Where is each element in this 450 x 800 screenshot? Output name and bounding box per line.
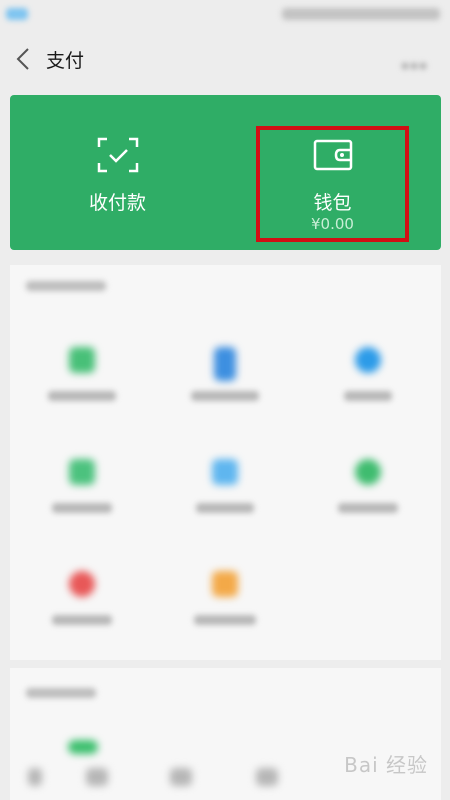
bottom-icon[interactable] [170, 768, 192, 786]
service-label [190, 391, 259, 401]
status-time [6, 8, 28, 20]
status-bar [0, 0, 450, 30]
chevron-left-icon [16, 48, 29, 70]
service-item[interactable] [10, 335, 153, 445]
service-item[interactable] [153, 335, 296, 445]
service-icon [68, 459, 95, 485]
service-item[interactable] [153, 559, 296, 669]
service-item[interactable] [296, 447, 439, 557]
service-icon [68, 571, 95, 597]
service-item[interactable] [296, 335, 439, 445]
more-dot [420, 63, 426, 69]
scan-check-icon [97, 137, 139, 173]
service-icon [354, 459, 381, 485]
services-panel [10, 265, 441, 660]
service-icon [68, 347, 95, 373]
services-heading [26, 281, 106, 291]
service-label [51, 615, 112, 625]
service-label [337, 503, 398, 513]
service-icon [211, 459, 238, 485]
service-item[interactable] [153, 447, 296, 557]
service-label [195, 503, 254, 513]
collect-payment-label: 收付款 [88, 192, 146, 214]
bottom-icon[interactable] [28, 768, 42, 786]
wallet-label: 钱包 [313, 192, 352, 214]
service-label [193, 615, 256, 625]
service-icon [211, 571, 238, 597]
payment-screen: 支付 收付款 钱包 ¥0.00 Bai 经验 [0, 0, 450, 800]
service-label [47, 391, 116, 401]
wallet-icon [312, 137, 354, 173]
service-label [51, 503, 112, 513]
wallet-balance: ¥0.00 [311, 215, 354, 233]
service-item[interactable] [10, 447, 153, 557]
status-indicators [282, 8, 440, 20]
page-title: 支付 [46, 50, 85, 72]
collect-payment-button[interactable]: 收付款 [10, 95, 225, 250]
service-icon [354, 347, 381, 373]
hero-card: 收付款 钱包 ¥0.00 [10, 95, 441, 250]
back-button[interactable] [8, 42, 38, 76]
more-dot [402, 63, 408, 69]
service-item[interactable] [10, 559, 153, 669]
watermark: Bai 经验 [344, 753, 428, 777]
more-dot [411, 63, 417, 69]
more-button[interactable] [402, 54, 432, 69]
service-icon [213, 347, 236, 381]
bottom-icon[interactable] [86, 768, 108, 786]
bottom-icon[interactable] [256, 768, 278, 786]
nav-bar: 支付 [0, 30, 450, 88]
third-party-heading [26, 688, 96, 698]
service-label [343, 391, 392, 401]
wallet-button[interactable]: 钱包 ¥0.00 [225, 95, 440, 250]
